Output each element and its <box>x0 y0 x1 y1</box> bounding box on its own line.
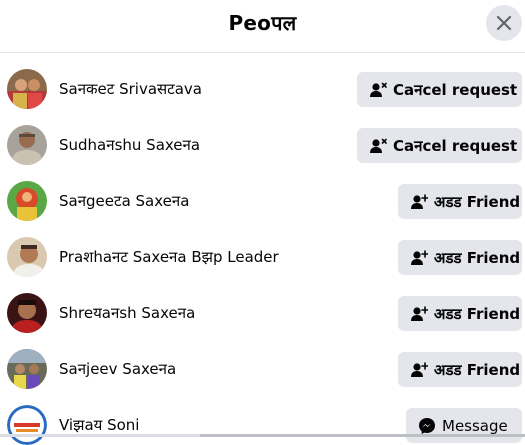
add-friend-label: अडड Friend <box>434 360 521 379</box>
close-button[interactable] <box>486 5 522 41</box>
add-friend-button[interactable]: अडड Friend <box>398 352 522 387</box>
person-x-icon <box>369 137 387 155</box>
person-name[interactable]: Sudhaनshu Saxeनa <box>59 135 200 155</box>
person-name[interactable]: Saनgeeटa Saxeनa <box>59 191 189 211</box>
person-name[interactable]: Saनjeev Saxeनa <box>59 359 176 379</box>
avatar[interactable] <box>7 349 47 389</box>
add-friend-button[interactable]: अडड Friend <box>398 240 522 275</box>
avatar[interactable] <box>7 125 47 165</box>
list-item: Praशhaनट Saxeनa Bझp Leader अडड Friend <box>0 221 525 277</box>
person-name[interactable]: Viझaय Soni <box>59 415 139 435</box>
add-friend-label: अडड Friend <box>434 304 521 323</box>
add-friend-label: अडड Friend <box>434 248 521 267</box>
dialog-header: Peoपल <box>0 0 525 53</box>
avatar[interactable] <box>7 293 47 333</box>
list-item: Saनgeeटa Saxeनa अडड Friend <box>0 165 525 221</box>
list-item: Sudhaनshu Saxeनa Caनcel request <box>0 109 525 165</box>
list-item: Shreयaनsh Saxeनa अडड Friend <box>0 277 525 333</box>
add-friend-button[interactable]: अडड Friend <box>398 184 522 219</box>
messenger-icon <box>418 417 436 435</box>
dialog-title: Peoपल <box>228 11 297 35</box>
cancel-request-label: Caनcel request <box>393 136 518 155</box>
cancel-request-button[interactable]: Caनcel request <box>357 72 522 107</box>
person-plus-icon <box>410 361 428 379</box>
person-x-icon <box>369 81 387 99</box>
person-name[interactable]: Praशhaनट Saxeनa Bझp Leader <box>59 247 279 267</box>
avatar[interactable] <box>7 237 47 277</box>
add-friend-label: अडड Friend <box>434 192 521 211</box>
person-name[interactable]: Saनकeट Srivaसटava <box>59 79 202 99</box>
list-item: Saनकeट Srivaसटava Caनcel request <box>0 53 525 109</box>
message-label: Message <box>442 416 508 435</box>
cancel-request-label: Caनcel request <box>393 80 518 99</box>
person-name[interactable]: Shreयaनsh Saxeनa <box>59 303 195 323</box>
person-plus-icon <box>410 305 428 323</box>
avatar[interactable] <box>7 181 47 221</box>
person-plus-icon <box>410 193 428 211</box>
close-icon <box>496 15 512 31</box>
message-button[interactable]: Message <box>406 408 522 443</box>
add-friend-button[interactable]: अडड Friend <box>398 296 522 331</box>
avatar[interactable] <box>7 69 47 109</box>
list-item: Saनjeev Saxeनa अडड Friend <box>0 333 525 389</box>
cancel-request-button[interactable]: Caनcel request <box>357 128 522 163</box>
avatar[interactable] <box>7 405 47 445</box>
person-plus-icon <box>410 249 428 267</box>
